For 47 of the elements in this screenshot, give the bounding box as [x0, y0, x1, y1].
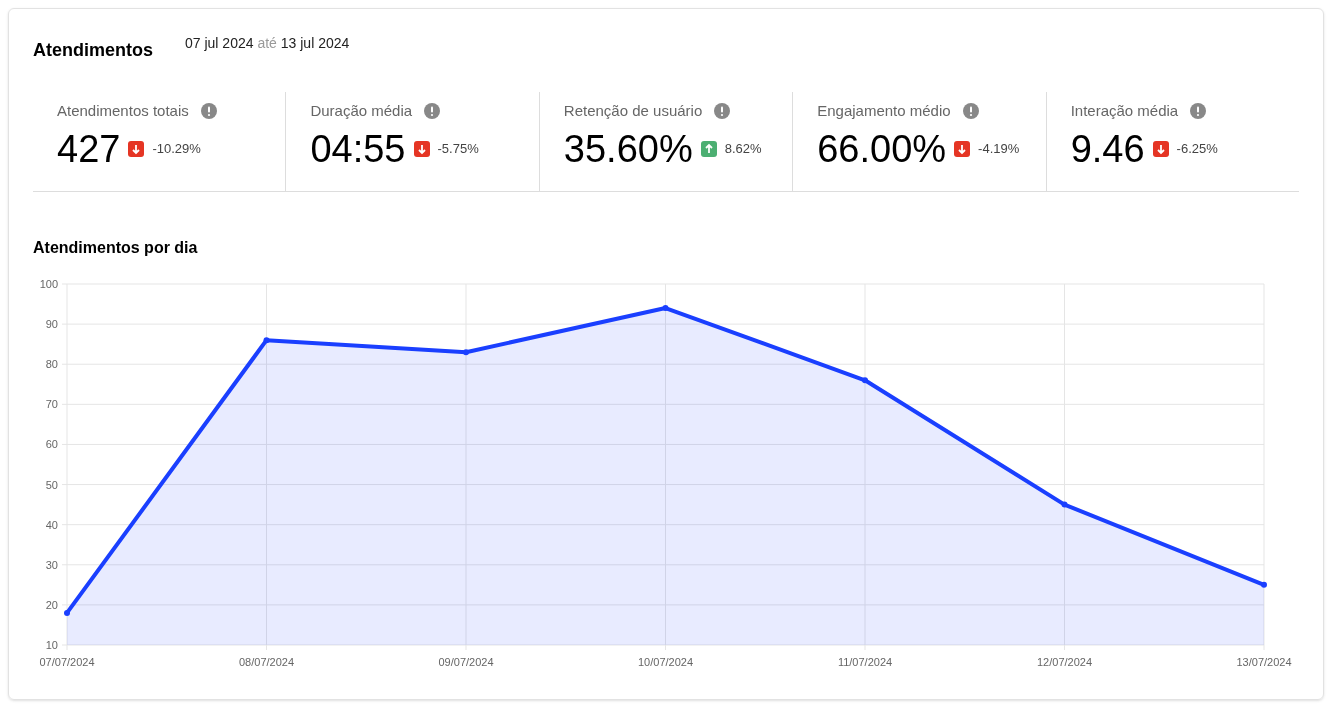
info-icon — [200, 103, 217, 120]
x-tick-label: 09/07/2024 — [438, 655, 494, 668]
y-tick-label: 10 — [45, 638, 58, 651]
metric-change: -4.19% — [978, 139, 1020, 158]
y-tick-label: 60 — [45, 437, 58, 450]
y-tick-label: 70 — [45, 397, 58, 410]
metric-label: Duração média — [310, 101, 413, 121]
y-tick-label: 100 — [39, 277, 58, 290]
x-tick-label: 10/07/2024 — [637, 655, 694, 668]
y-tick-label: 80 — [45, 357, 58, 370]
x-tick-label: 07/07/2024 — [39, 655, 95, 668]
data-point — [64, 609, 70, 616]
y-tick-label: 20 — [45, 598, 58, 611]
metric-change: -5.75% — [437, 139, 479, 158]
date-range: 07 jul 2024 até 13 jul 2024 — [185, 34, 350, 53]
y-tick-label: 30 — [45, 558, 58, 571]
info-icon — [962, 103, 979, 120]
y-tick-label: 50 — [45, 478, 58, 491]
metric-value: 66.00% — [817, 126, 947, 171]
metric-value: 04:55 — [310, 126, 406, 171]
card-title: Atendimentos — [33, 39, 153, 62]
metric-value: 35.60% — [563, 126, 693, 171]
metric-label: Retenção de usuário — [563, 101, 703, 121]
data-point — [1061, 501, 1068, 508]
data-point — [263, 336, 270, 343]
metric-label: Interação média — [1070, 101, 1179, 121]
info-icon — [714, 103, 731, 120]
metric-change: -6.25% — [1176, 139, 1218, 158]
metric-label: Engajamento médio — [817, 101, 951, 121]
chart-title: Atendimentos por dia — [33, 237, 198, 258]
data-point — [1261, 581, 1267, 588]
x-tick-label: 12/07/2024 — [1036, 655, 1093, 668]
data-point — [862, 376, 868, 383]
x-tick-label: 13/07/2024 — [1236, 655, 1292, 668]
metric-label: Atendimentos totais — [57, 101, 189, 121]
data-point — [463, 348, 469, 355]
info-icon — [1190, 103, 1207, 120]
x-tick-label: 08/07/2024 — [238, 655, 295, 668]
x-tick-label: 11/07/2024 — [837, 655, 893, 668]
metric-change: -10.29% — [152, 139, 201, 158]
y-tick-label: 40 — [45, 518, 58, 531]
data-point — [662, 304, 669, 311]
y-tick-label: 90 — [45, 317, 58, 330]
metric-value: 427 — [57, 126, 121, 171]
metric-value: 9.46 — [1070, 126, 1145, 171]
info-icon — [424, 103, 441, 120]
metric-change: 8.62% — [724, 139, 762, 158]
